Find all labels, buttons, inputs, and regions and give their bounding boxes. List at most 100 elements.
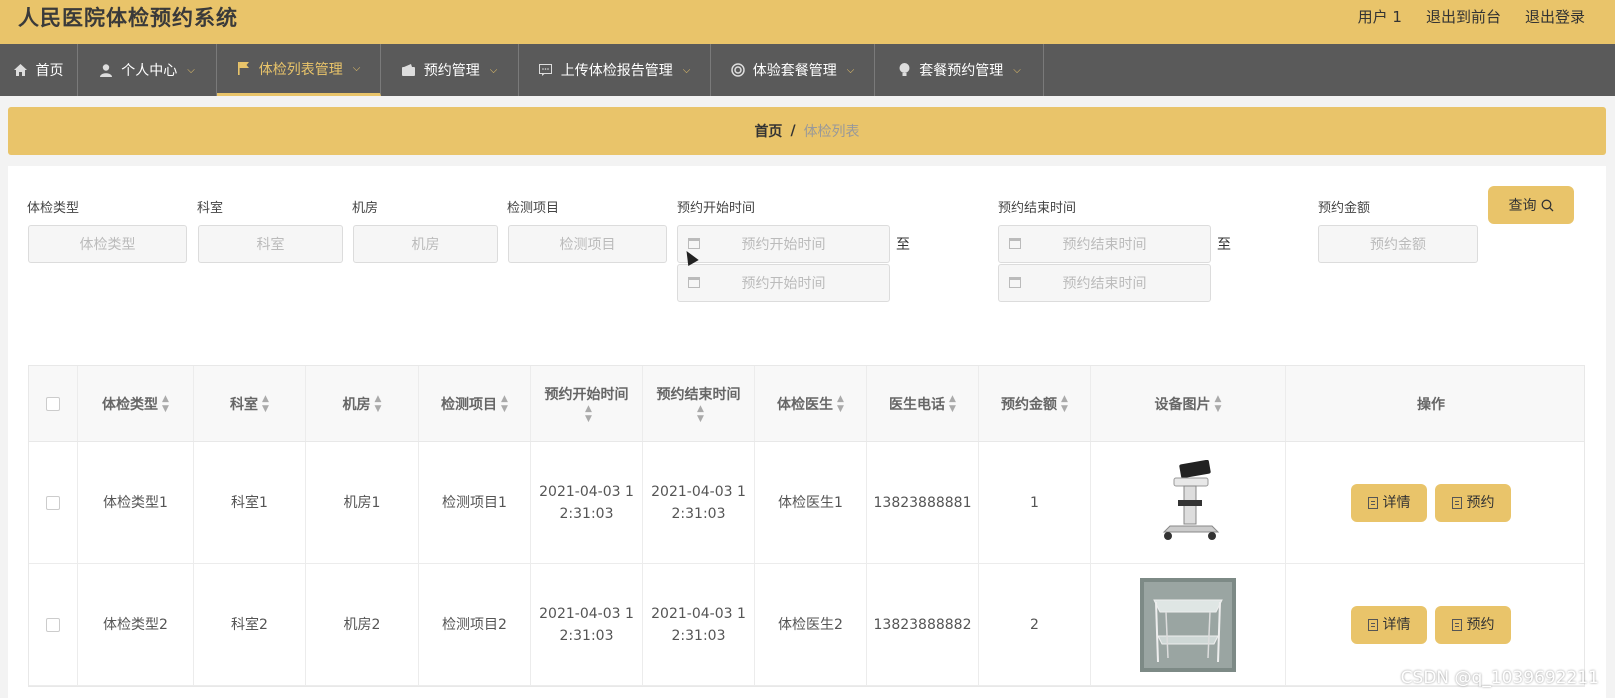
sort-icon: ▲ ▼ [697, 403, 704, 424]
end-date-to-input[interactable]: 预约结束时间 [998, 264, 1211, 302]
chevron-down-icon: ⌵ [352, 63, 361, 74]
book-label: 预约 [1466, 494, 1495, 511]
cell-room: 机房1 [306, 442, 419, 563]
user-label[interactable]: 用户 1 [1358, 6, 1402, 27]
room-filter-input[interactable]: 机房 [353, 225, 498, 263]
nav-label: 套餐预约管理 [919, 63, 1004, 79]
row-checkbox[interactable] [46, 495, 60, 510]
col-item-label: 检测项目 [441, 396, 498, 413]
nav-label: 个人中心 [121, 63, 178, 79]
sort-icon: ▲ ▼ [162, 393, 169, 414]
start-date-from-input[interactable]: 预约开始时间 [677, 225, 890, 263]
start-date-to-placeholder: 预约开始时间 [741, 276, 826, 292]
filter-label-type: 体检类型 [27, 201, 80, 216]
calendar-icon [1009, 238, 1021, 249]
row-select-cell [29, 564, 78, 685]
start-date-to-input[interactable]: 预约开始时间 [677, 264, 890, 302]
detail-label: 详情 [1382, 494, 1411, 511]
amount-filter-input[interactable]: 预约金额 [1318, 225, 1478, 263]
exit-front-link[interactable]: 退出到前台 [1426, 6, 1501, 27]
sort-icon: ▲ ▼ [585, 403, 592, 424]
col-item[interactable]: 检测项目 ▲ ▼ [419, 366, 531, 441]
calendar-icon [688, 277, 700, 288]
detail-button[interactable]: 详情 [1351, 605, 1427, 644]
end-date-from-placeholder: 预约结束时间 [1062, 237, 1147, 253]
sort-icon: ▲ ▼ [374, 393, 382, 414]
nav-item-home[interactable]: 首页 [0, 44, 78, 96]
cell-image [1091, 564, 1286, 685]
user-icon [99, 63, 113, 77]
col-ops: 操作 [1286, 366, 1576, 441]
wallet-icon [402, 63, 416, 77]
top-links: 用户 1 退出到前台 退出登录 [1358, 6, 1585, 27]
cell-image [1091, 442, 1286, 563]
row-checkbox[interactable] [46, 617, 60, 632]
search-icon [1541, 199, 1553, 211]
nav-item-package[interactable]: 体验套餐管理 ⌵ [711, 44, 875, 96]
cell-start: 2021-04-03 1 2:31:03 [531, 442, 643, 563]
book-button[interactable]: 预约 [1435, 605, 1511, 644]
breadcrumb-home[interactable]: 首页 [754, 121, 782, 141]
cell-end: 2021-04-03 1 2:31:03 [643, 442, 755, 563]
cell-item: 检测项目1 [419, 442, 531, 563]
cell-phone: 13823888882 [867, 564, 979, 685]
nav-item-report-upload[interactable]: 上传体检报告管理 ⌵ [519, 44, 711, 96]
col-type[interactable]: 体检类型 ▲ ▼ [78, 366, 194, 441]
nav-item-package-appointment[interactable]: 套餐预约管理 ⌵ [875, 44, 1044, 96]
end-date-from-input[interactable]: 预约结束时间 [998, 225, 1211, 263]
steel-cart-image [1140, 577, 1236, 672]
cell-amount: 1 [979, 442, 1091, 563]
ultrasound-device-image [1148, 459, 1228, 546]
type-filter-input[interactable]: 体检类型 [28, 225, 187, 263]
col-doctor[interactable]: 体检医生 ▲ ▼ [755, 366, 867, 441]
filter-label-start: 预约开始时间 [677, 201, 756, 216]
col-end-label: 预约结束时间 [656, 386, 741, 403]
detail-button[interactable]: 详情 [1351, 483, 1427, 522]
sort-icon: ▲ ▼ [501, 393, 508, 414]
nav-item-personal[interactable]: 个人中心 ⌵ [78, 44, 217, 96]
col-amount[interactable]: 预约金额 ▲ ▼ [979, 366, 1091, 441]
exam-table: 体检类型 ▲ ▼ 科室 ▲ ▼ 机房 ▲ ▼ 检测项目 ▲ ▼ 预约开始时间 ▲ ▼ 预约结束时间 ▲… [28, 365, 1585, 687]
col-room-label: 机房 [342, 396, 371, 413]
start-date-from-placeholder: 预约开始时间 [741, 237, 826, 253]
cell-amount: 2 [979, 564, 1091, 685]
col-room[interactable]: 机房 ▲ ▼ [306, 366, 419, 441]
col-end[interactable]: 预约结束时间 ▲ ▼ [643, 366, 755, 441]
home-icon [14, 63, 28, 77]
query-label: 查询 [1508, 198, 1537, 214]
circle-icon [730, 63, 745, 77]
end-to-label: 至 [1217, 237, 1231, 253]
nav-item-appointment[interactable]: 预约管理 ⌵ [381, 44, 519, 96]
nav-item-exam-list[interactable]: 体检列表管理 ⌵ [217, 44, 381, 96]
cell-dept: 科室1 [194, 442, 306, 563]
chevron-down-icon: ⌵ [846, 64, 855, 76]
query-button[interactable]: 查询 [1488, 186, 1574, 224]
cell-start-line2: 2:31:03 [559, 505, 614, 522]
col-dept[interactable]: 科室 ▲ ▼ [194, 366, 306, 441]
sort-icon: ▲ ▼ [837, 393, 844, 414]
cell-dept: 科室2 [194, 564, 306, 685]
filter-label-item: 检测项目 [507, 201, 560, 216]
item-filter-input[interactable]: 检测项目 [508, 225, 667, 263]
row-select-cell [29, 442, 78, 563]
col-image[interactable]: 设备图片 ▲ ▼ [1091, 366, 1286, 441]
col-start-label: 预约开始时间 [544, 386, 629, 403]
table-header: 体检类型 ▲ ▼ 科室 ▲ ▼ 机房 ▲ ▼ 检测项目 ▲ ▼ 预约开始时间 ▲ ▼ 预约结束时间 ▲… [29, 366, 1584, 442]
breadcrumb-current: 体检列表 [803, 124, 860, 140]
select-all-cell [29, 366, 78, 441]
col-start[interactable]: 预约开始时间 ▲ ▼ [531, 366, 643, 441]
chevron-down-icon: ⌵ [682, 64, 691, 76]
breadcrumb: 首页 / 体检列表 [8, 107, 1606, 155]
document-icon [1451, 618, 1462, 631]
book-button[interactable]: 预约 [1435, 483, 1511, 522]
col-doctor-label: 体检医生 [777, 396, 834, 413]
select-all-checkbox[interactable] [46, 396, 60, 411]
logout-link[interactable]: 退出登录 [1525, 6, 1585, 27]
col-phone[interactable]: 医生电话 ▲ ▼ [867, 366, 979, 441]
document-icon [1367, 618, 1378, 631]
top-bar: 人民医院体检预约系统 用户 1 退出到前台 退出登录 [0, 0, 1615, 44]
col-phone-label: 医生电话 [889, 396, 946, 413]
app-title: 人民医院体检预约系统 [18, 6, 238, 30]
dept-filter-input[interactable]: 科室 [198, 225, 343, 263]
bulb-icon [897, 63, 911, 77]
